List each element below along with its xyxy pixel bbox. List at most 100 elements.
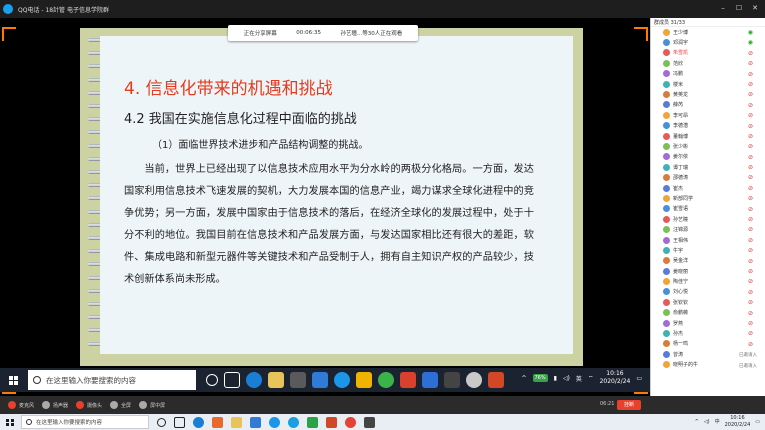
member-row[interactable]: 俞鹏薇 ⊘ [651,308,765,318]
member-row[interactable]: 王相伟 ⊘ [651,235,765,245]
edge-browser-icon[interactable] [246,372,262,388]
minimize-icon[interactable]: – [717,3,729,13]
ime-indicator[interactable]: 中 [715,418,720,425]
member-row[interactable]: 李可昂 ⊘ [651,110,765,120]
member-row[interactable]: 黄英龙 ⊘ [651,89,765,99]
member-row[interactable]: 薛芮 ⊘ [651,100,765,110]
member-name: 陶佳宁 [673,279,689,286]
speaker-button[interactable]: 扬声器 [42,401,68,409]
member-row[interactable]: 罗燕 ⊘ [651,318,765,328]
member-row[interactable]: 朱雪凯 ⊘ [651,48,765,58]
member-row[interactable]: 刘心悦 ⊘ [651,287,765,297]
powerpoint-icon[interactable] [488,372,504,388]
mic-button[interactable]: 麦克风 [8,401,34,409]
member-row[interactable]: 张少彬 ⊘ [651,141,765,151]
member-row[interactable]: 曾涛 已邀请入 [651,349,765,359]
mail-icon[interactable] [312,372,328,388]
folder-icon[interactable] [356,372,372,388]
mail-icon[interactable] [250,416,261,428]
taskbar-clock[interactable]: 10:16 2020/2/24 [725,415,751,428]
member-row[interactable]: 姜晓丽 ⊘ [651,266,765,276]
avatar [663,153,670,161]
member-row[interactable]: 范欣 ⊘ [651,58,765,68]
member-row[interactable]: 新部同学 ⊘ [651,193,765,203]
camera-button[interactable]: 摄像头 [76,401,102,409]
app-icon[interactable] [400,372,416,388]
chevron-up-icon[interactable]: ^ [695,419,699,425]
qq-icon[interactable] [288,416,299,428]
member-row[interactable]: 王少博 ◉ [651,27,765,37]
qq-icon[interactable] [466,372,482,388]
mic-label: 麦克风 [19,402,35,409]
member-row[interactable]: 谭丁瑞 ⊘ [651,162,765,172]
member-row[interactable]: 晓明子的牛 已邀请入 [651,360,765,370]
notification-icon[interactable]: ▭ [636,375,642,382]
member-row[interactable]: 孙艺瞳 ⊘ [651,214,765,224]
hangup-button[interactable]: 挂断 [617,400,641,410]
member-name: 张钦钦 [673,299,689,306]
member-row[interactable]: 冯鹏 ⊘ [651,69,765,79]
pinned-app-icon[interactable] [444,372,460,388]
member-row[interactable]: 楼米 ⊘ [651,79,765,89]
pip-button[interactable]: 屏中屏 [139,401,165,409]
mic-muted-icon: ⊘ [747,164,753,172]
member-row[interactable]: 牛宇 ⊘ [651,245,765,255]
taskbar-search-box[interactable]: 在这里输入你要搜索的内容 [28,370,196,390]
wifi-icon[interactable]: ⌔ [588,374,594,382]
member-row[interactable]: 崔雪语 ⊘ [651,204,765,214]
member-row[interactable]: 邵德涛 ⊘ [651,172,765,182]
member-row[interactable]: 汪锦源 ⊘ [651,224,765,234]
browser-icon[interactable] [334,372,350,388]
pinned-app-icon[interactable] [422,372,438,388]
pinned-app-icon[interactable] [345,416,356,428]
screen-share-banner[interactable]: 正在分享屏幕 00:06:35 孙艺瞳...等30人正在观看 [228,25,418,41]
start-button[interactable] [3,415,17,429]
powerpoint-icon[interactable] [326,416,337,428]
member-row[interactable]: 董翰博 ⊘ [651,131,765,141]
avatar [663,132,670,140]
browser-icon[interactable] [269,416,280,428]
fullscreen-button[interactable]: 全屏 [110,401,131,409]
network-icon[interactable]: ▮ [554,375,557,382]
member-row[interactable]: 张钦钦 ⊘ [651,297,765,307]
task-view-icon[interactable] [224,372,240,388]
chevron-up-icon[interactable]: ^ [521,375,526,382]
member-row[interactable]: 吴金洋 ⊘ [651,256,765,266]
mic-muted-icon: ⊘ [747,80,753,88]
start-button[interactable] [4,371,22,389]
volume-icon[interactable]: ◁) [563,375,570,382]
app-icon[interactable] [212,416,223,428]
member-row[interactable]: 姜尔依 ⊘ [651,152,765,162]
avatar [663,278,670,286]
ie-icon[interactable] [378,372,394,388]
member-row[interactable]: 李德潜 ⊘ [651,121,765,131]
pinned-app-icon[interactable] [307,416,318,428]
member-row[interactable]: 邓润宇 ◉ [651,37,765,47]
taskbar-clock[interactable]: 10:16 2020/2/24 [600,370,631,386]
avatar [663,298,670,306]
member-name: 刘心悦 [673,289,689,296]
cortana-icon[interactable] [157,417,166,427]
pip-icon [139,401,148,409]
pinned-app-icon[interactable] [364,416,375,428]
task-view-icon[interactable] [174,416,185,428]
member-row[interactable]: 陶佳宁 ⊘ [651,276,765,286]
close-icon[interactable]: ✕ [749,3,761,13]
mic-muted-icon: ⊘ [747,195,753,203]
notification-icon[interactable]: ▭ [755,419,760,425]
volume-icon[interactable]: ◁) [704,419,710,425]
file-explorer-icon[interactable] [268,372,284,388]
cortana-icon[interactable] [206,374,218,386]
camera-label: 摄像头 [87,402,103,409]
member-row[interactable]: 崔杰 ⊘ [651,183,765,193]
mic-muted-icon: ⊘ [747,132,753,140]
ime-indicator[interactable]: 英 [576,374,582,383]
file-explorer-icon[interactable] [231,416,242,428]
maximize-icon[interactable]: ☐ [733,3,745,13]
edge-browser-icon[interactable] [193,416,204,428]
taskbar-search-box[interactable]: 在这里输入你要搜索的内容 [21,415,149,429]
store-icon[interactable] [290,372,306,388]
member-row[interactable]: 孙杰 ⊘ [651,328,765,338]
member-row[interactable]: 杨一鸣 ⊘ [651,339,765,349]
mic-muted-icon: ⊘ [747,143,753,151]
